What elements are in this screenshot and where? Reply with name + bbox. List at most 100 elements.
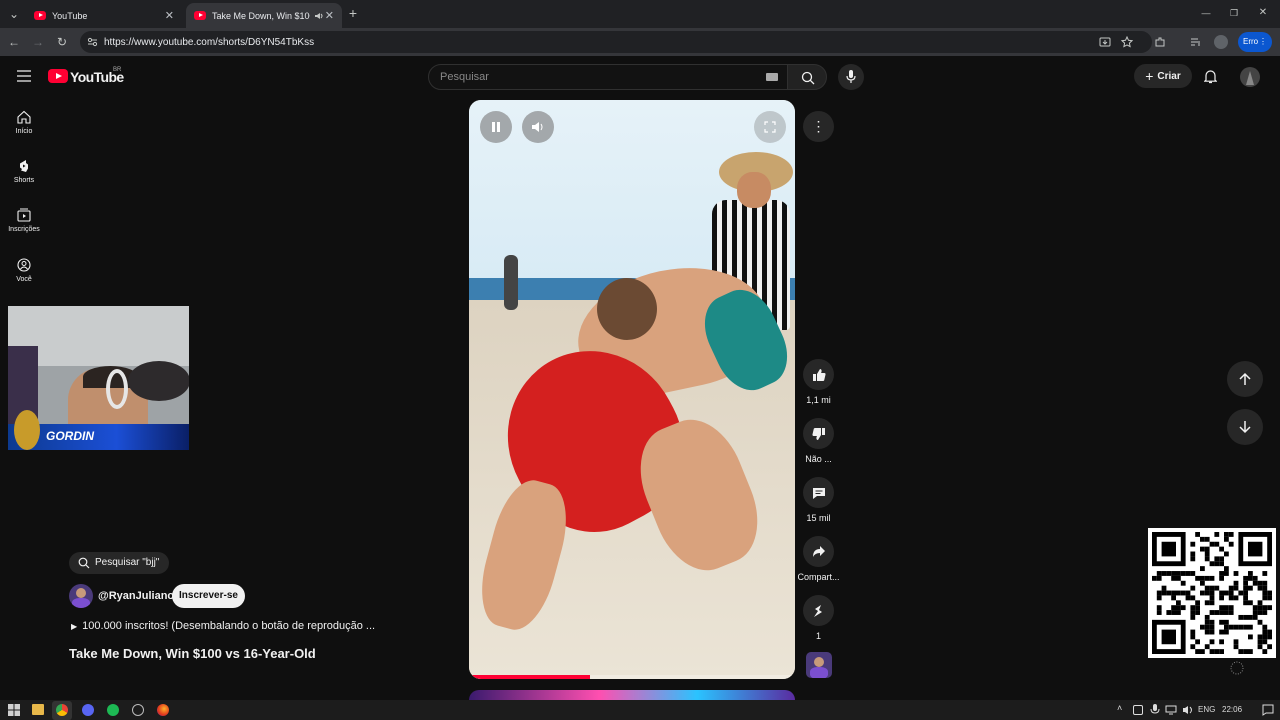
comment-icon bbox=[812, 487, 825, 499]
steam-icon[interactable] bbox=[132, 704, 144, 716]
chrome-icon[interactable] bbox=[56, 704, 68, 716]
extensions-icon[interactable] bbox=[1154, 36, 1166, 48]
clock-time[interactable]: 22:06 bbox=[1222, 705, 1242, 714]
comment-count: 15 mil bbox=[806, 513, 831, 523]
reload-icon[interactable]: ↻ bbox=[55, 36, 69, 48]
profile-avatar[interactable] bbox=[1214, 35, 1228, 49]
spotify-icon[interactable] bbox=[107, 704, 119, 716]
firefox-icon[interactable] bbox=[157, 704, 169, 716]
speaker-icon[interactable] bbox=[1182, 705, 1194, 715]
new-tab-button[interactable]: + bbox=[346, 6, 360, 20]
microphone-icon bbox=[846, 70, 856, 83]
sidebar-item-subscriptions[interactable]: Inscrições bbox=[0, 208, 48, 233]
headphones-icon bbox=[106, 369, 128, 409]
profile-error-label: Erro bbox=[1243, 37, 1259, 46]
keyboard-icon[interactable] bbox=[766, 73, 778, 81]
volume-icon bbox=[532, 122, 543, 132]
thumbs-up-icon bbox=[812, 368, 826, 381]
tab-close-icon[interactable]: ✕ bbox=[325, 9, 334, 22]
tray-microphone-icon[interactable] bbox=[1150, 704, 1160, 716]
address-bar[interactable]: https://www.youtube.com/shorts/D6YN54TbK… bbox=[80, 31, 1152, 53]
install-app-icon[interactable] bbox=[1099, 36, 1111, 48]
notifications-bell-icon[interactable] bbox=[1204, 69, 1217, 84]
browser-menu-icon[interactable]: ⋮ bbox=[1259, 32, 1267, 52]
tab-close-icon[interactable]: ✕ bbox=[165, 9, 174, 22]
region-code: BR bbox=[113, 67, 122, 73]
tab-active-short[interactable]: Take Me Down, Win $100 v ✕ bbox=[186, 3, 342, 28]
profile-error-button[interactable]: Erro ⋮ bbox=[1238, 32, 1272, 52]
search-input[interactable]: Pesquisar bbox=[428, 64, 788, 90]
dislike-button[interactable]: Não ... bbox=[800, 418, 837, 464]
subscribe-button[interactable]: Inscrever-se bbox=[172, 584, 245, 608]
more-options-button[interactable]: ⋮ bbox=[803, 111, 834, 142]
channel-avatar[interactable] bbox=[69, 584, 93, 608]
webcam-overlay: GORDIN bbox=[8, 306, 189, 450]
volume-button[interactable] bbox=[522, 111, 554, 143]
minimize-button[interactable]: — bbox=[1199, 7, 1213, 19]
pause-icon bbox=[492, 122, 500, 132]
search-button[interactable] bbox=[787, 64, 827, 90]
remix-button[interactable]: 1 bbox=[800, 595, 837, 641]
like-count: 1,1 mi bbox=[806, 395, 831, 405]
media-controls-icon[interactable] bbox=[1190, 36, 1202, 48]
share-icon bbox=[812, 545, 825, 557]
sidebar-item-home[interactable]: Início bbox=[0, 110, 48, 135]
file-explorer-icon[interactable] bbox=[32, 704, 44, 715]
wrestler-top-head bbox=[597, 278, 657, 340]
sidebar-item-you[interactable]: Você bbox=[0, 258, 48, 283]
qr-code-icon bbox=[1152, 532, 1272, 654]
previous-short-button[interactable] bbox=[1227, 361, 1263, 397]
site-info-icon[interactable] bbox=[87, 37, 98, 47]
play-triangle-icon: ▶ bbox=[71, 622, 78, 631]
tray-expand-icon[interactable]: ˄ bbox=[1117, 703, 1122, 713]
short-title[interactable]: Take Me Down, Win $100 vs 16-Year-Old bbox=[69, 646, 316, 661]
audio-playing-icon[interactable] bbox=[314, 11, 324, 21]
short-description-text: 100.000 inscritos! (Desembalando o botão… bbox=[82, 620, 376, 632]
input-language[interactable]: ENG bbox=[1198, 705, 1215, 714]
like-button[interactable]: 1,1 mi bbox=[800, 359, 837, 405]
tab-youtube[interactable]: YouTube ✕ bbox=[26, 3, 182, 28]
sidebar-item-shorts[interactable]: Shorts bbox=[0, 159, 48, 184]
youtube-logo-icon[interactable] bbox=[48, 69, 68, 83]
bookmark-star-icon[interactable] bbox=[1121, 36, 1133, 48]
windows-start-icon[interactable] bbox=[8, 704, 20, 716]
youtube-favicon-icon bbox=[194, 11, 206, 20]
discord-icon[interactable] bbox=[82, 704, 94, 716]
back-arrow-icon[interactable]: ← bbox=[7, 36, 21, 48]
hamburger-menu-icon[interactable] bbox=[17, 70, 31, 82]
share-button[interactable]: Compart... bbox=[796, 536, 841, 582]
search-chip[interactable]: Pesquisar "bjj" bbox=[69, 552, 170, 574]
short-description[interactable]: ▶ 100.000 inscritos! (Desembalando o botã… bbox=[71, 620, 375, 632]
thumbs-down-icon bbox=[811, 427, 825, 440]
pause-button[interactable] bbox=[480, 111, 512, 143]
tray-app-icon[interactable] bbox=[1133, 705, 1143, 715]
shorts-icon bbox=[20, 160, 28, 172]
restore-button[interactable]: ❐ bbox=[1227, 7, 1241, 19]
fullscreen-button[interactable] bbox=[754, 111, 786, 143]
window-close-button[interactable]: ✕ bbox=[1256, 7, 1270, 19]
progress-track[interactable] bbox=[469, 675, 795, 679]
notification-center-icon[interactable] bbox=[1262, 704, 1274, 716]
comments-button[interactable]: 15 mil bbox=[800, 477, 837, 523]
account-avatar[interactable] bbox=[1240, 67, 1260, 87]
search-icon bbox=[801, 71, 815, 85]
arrow-up-icon bbox=[1239, 372, 1251, 385]
youtube-header: YouTube BR Pesquisar + Criar bbox=[0, 56, 1280, 98]
tab-search-icon[interactable]: ⌄ bbox=[7, 8, 21, 20]
next-short-button[interactable] bbox=[1227, 409, 1263, 445]
channel-handle[interactable]: @RyanJuliano bbox=[98, 590, 174, 602]
create-button[interactable]: + Criar bbox=[1134, 64, 1192, 88]
bystander-figure bbox=[504, 255, 518, 310]
short-video-player[interactable] bbox=[469, 100, 795, 679]
referee-head bbox=[737, 172, 771, 208]
search-icon bbox=[78, 557, 90, 569]
subscriptions-icon bbox=[17, 208, 31, 222]
forward-arrow-icon[interactable]: → bbox=[31, 36, 45, 48]
webcam-logo-badge bbox=[14, 410, 40, 450]
sidebar-item-label: Início bbox=[15, 128, 33, 135]
next-short-preview[interactable] bbox=[469, 690, 795, 700]
network-icon[interactable] bbox=[1165, 705, 1177, 715]
sound-thumbnail[interactable] bbox=[806, 652, 832, 678]
voice-search-button[interactable] bbox=[838, 64, 864, 90]
url-text: https://www.youtube.com/shorts/D6YN54TbK… bbox=[104, 36, 315, 48]
